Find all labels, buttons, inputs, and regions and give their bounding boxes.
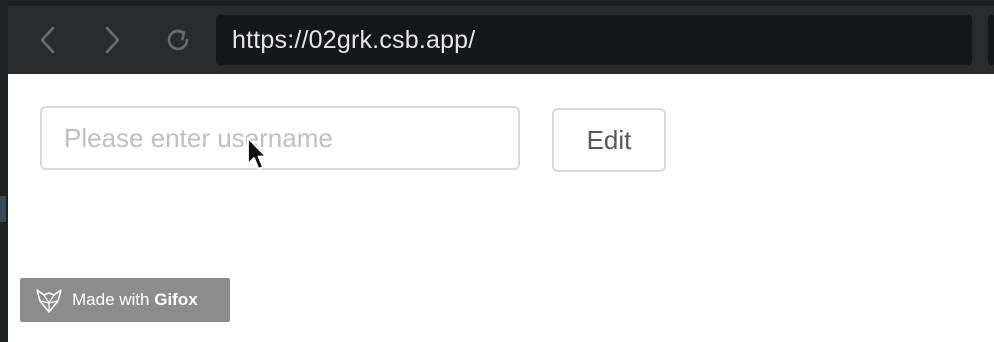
browser-toolbar: https://02grk.csb.app/ [0,0,994,74]
reload-button[interactable] [160,22,196,58]
watermark-prefix: Made with [72,290,150,309]
username-input[interactable] [40,106,520,170]
window-left-edge [0,0,8,342]
tab-strip [0,0,994,6]
address-bar-url: https://02grk.csb.app/ [232,25,476,54]
toolbar-extension-area [988,15,994,65]
back-button[interactable] [30,22,66,58]
chevron-right-icon [105,26,120,54]
watermark-brand: Gifox [154,290,198,309]
fox-logo-icon [36,289,62,313]
browser-window: https://02grk.csb.app/ Edit Made with Gi… [0,0,994,342]
gifox-watermark: Made with Gifox [20,278,230,322]
edit-button[interactable]: Edit [552,108,666,172]
address-bar[interactable]: https://02grk.csb.app/ [216,15,972,65]
side-indicator [0,196,6,222]
reload-icon [167,29,189,51]
forward-button[interactable] [94,22,130,58]
chevron-left-icon [40,26,55,54]
